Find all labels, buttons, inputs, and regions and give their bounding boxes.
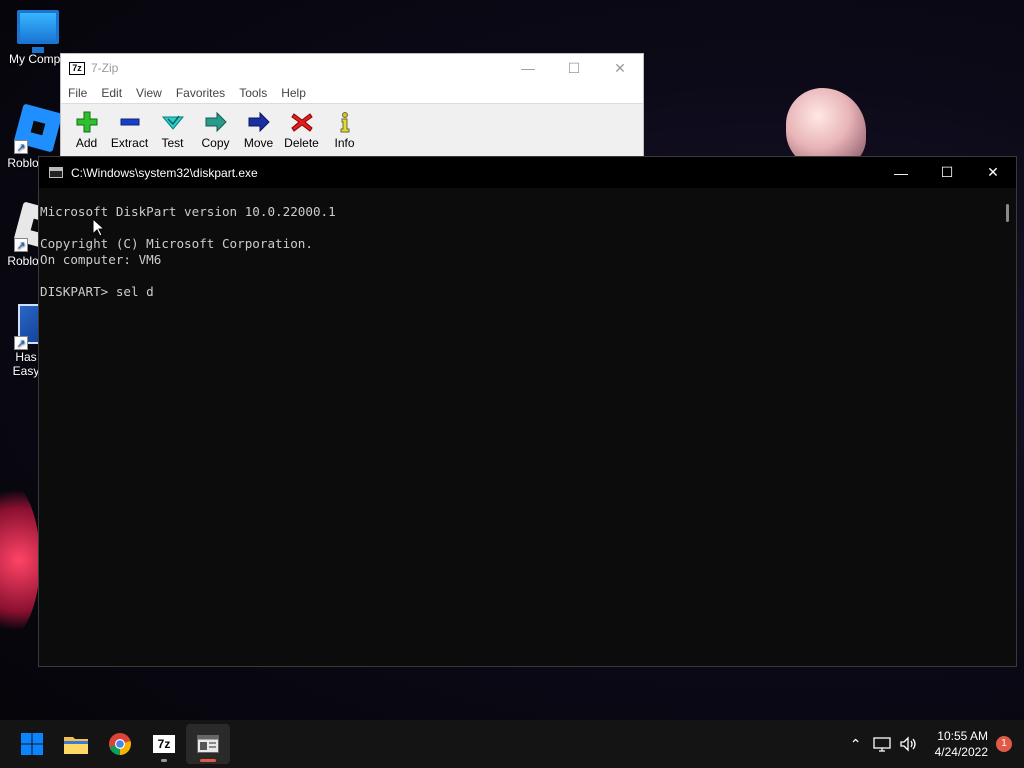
- console-line: Copyright (C) Microsoft Corporation.: [40, 236, 313, 251]
- plus-icon: [76, 111, 97, 132]
- minimize-button[interactable]: —: [505, 54, 551, 82]
- copy-arrow-icon: [205, 111, 227, 132]
- taskbar: 7z ⌃ 10:55 AM 4/24/2022 1: [0, 720, 1024, 768]
- chrome-button[interactable]: [98, 724, 142, 764]
- console-taskbar-button[interactable]: [186, 724, 230, 764]
- active-indicator: [200, 759, 216, 762]
- mouse-cursor-icon: [92, 218, 106, 237]
- console-window[interactable]: C:\Windows\system32\diskpart.exe — ☐ ✕ M…: [38, 156, 1017, 667]
- menu-edit[interactable]: Edit: [94, 86, 129, 100]
- file-explorer-button[interactable]: [54, 724, 98, 764]
- console-taskbar-icon: [197, 735, 219, 753]
- check-icon: [161, 115, 184, 130]
- chevron-up-icon[interactable]: ⌃: [843, 736, 869, 753]
- delete-label: Delete: [284, 135, 319, 150]
- 7zip-logo-icon: 7z: [69, 61, 85, 75]
- network-icon[interactable]: [869, 736, 895, 752]
- console-line: Microsoft DiskPart version 10.0.22000.1: [40, 204, 336, 219]
- move-button[interactable]: Move: [237, 111, 280, 150]
- copy-button[interactable]: Copy: [194, 111, 237, 150]
- maximize-button[interactable]: ☐: [551, 54, 597, 82]
- wallpaper-shape: [0, 480, 40, 640]
- maximize-button[interactable]: ☐: [924, 157, 970, 188]
- console-app-icon: [49, 167, 63, 178]
- close-button[interactable]: ✕: [970, 157, 1016, 188]
- menu-view[interactable]: View: [129, 86, 169, 100]
- test-button[interactable]: Test: [151, 111, 194, 150]
- copy-label: Copy: [201, 135, 230, 150]
- minus-icon: [120, 118, 139, 125]
- 7zip-menubar: File Edit View Favorites Tools Help: [61, 82, 643, 104]
- 7zip-titlebar[interactable]: 7z 7-Zip — ☐ ✕: [61, 54, 643, 82]
- volume-icon[interactable]: [895, 736, 921, 752]
- 7zip-title: 7-Zip: [91, 61, 119, 75]
- info-icon: [340, 111, 349, 132]
- console-line: ​: [40, 268, 1000, 284]
- delete-button[interactable]: Delete: [280, 111, 323, 150]
- 7zip-taskbar-button[interactable]: 7z: [142, 724, 186, 764]
- extract-label: Extract: [110, 135, 149, 150]
- chrome-icon: [109, 733, 131, 755]
- clock[interactable]: 10:55 AM 4/24/2022: [935, 728, 988, 760]
- move-label: Move: [243, 135, 274, 150]
- running-indicator: [161, 759, 167, 762]
- clock-time: 10:55 AM: [937, 729, 988, 743]
- move-arrow-icon: [248, 111, 270, 132]
- console-line: ​: [40, 220, 1000, 236]
- menu-help[interactable]: Help: [274, 86, 313, 100]
- scrollbar-thumb[interactable]: [1006, 204, 1009, 222]
- console-titlebar[interactable]: C:\Windows\system32\diskpart.exe — ☐ ✕: [39, 157, 1016, 188]
- monitor-icon: [17, 10, 59, 53]
- menu-favorites[interactable]: Favorites: [169, 86, 232, 100]
- windows-logo-icon: [21, 733, 43, 755]
- menu-file[interactable]: File: [61, 86, 94, 100]
- notification-badge[interactable]: 1: [996, 736, 1012, 752]
- console-output[interactable]: Microsoft DiskPart version 10.0.22000.1​…: [39, 188, 1000, 666]
- add-label: Add: [75, 135, 98, 150]
- minimize-button[interactable]: —: [878, 157, 924, 188]
- clock-date: 4/24/2022: [934, 745, 988, 759]
- console-line: On computer: VM6: [40, 252, 162, 267]
- test-label: Test: [161, 135, 184, 150]
- info-label: Info: [334, 135, 355, 150]
- monitor-network-icon: [872, 737, 891, 752]
- console-prompt-line: DISKPART> sel d: [40, 284, 154, 299]
- console-scrollbar[interactable]: [1000, 188, 1016, 666]
- folder-icon: [64, 737, 88, 754]
- close-button[interactable]: ✕: [597, 54, 643, 82]
- shortcut-arrow-icon: ↗: [14, 140, 28, 154]
- shortcut-arrow-icon: ↗: [14, 238, 28, 252]
- start-button[interactable]: [10, 724, 54, 764]
- extract-button[interactable]: Extract: [108, 111, 151, 150]
- 7zip-window[interactable]: 7z 7-Zip — ☐ ✕ File Edit View Favorites …: [60, 53, 644, 157]
- info-button[interactable]: Info: [323, 111, 366, 150]
- delete-x-icon: [290, 112, 313, 132]
- 7zip-taskbar-icon: 7z: [153, 735, 175, 753]
- speaker-icon: [899, 736, 916, 752]
- console-title: C:\Windows\system32\diskpart.exe: [71, 165, 258, 180]
- add-button[interactable]: Add: [65, 111, 108, 150]
- shortcut-arrow-icon: ↗: [14, 336, 28, 350]
- system-tray: ⌃ 10:55 AM 4/24/2022 1: [843, 720, 1024, 768]
- menu-tools[interactable]: Tools: [232, 86, 274, 100]
- 7zip-toolbar: Add Extract Test Copy Move Delete Info: [61, 104, 643, 156]
